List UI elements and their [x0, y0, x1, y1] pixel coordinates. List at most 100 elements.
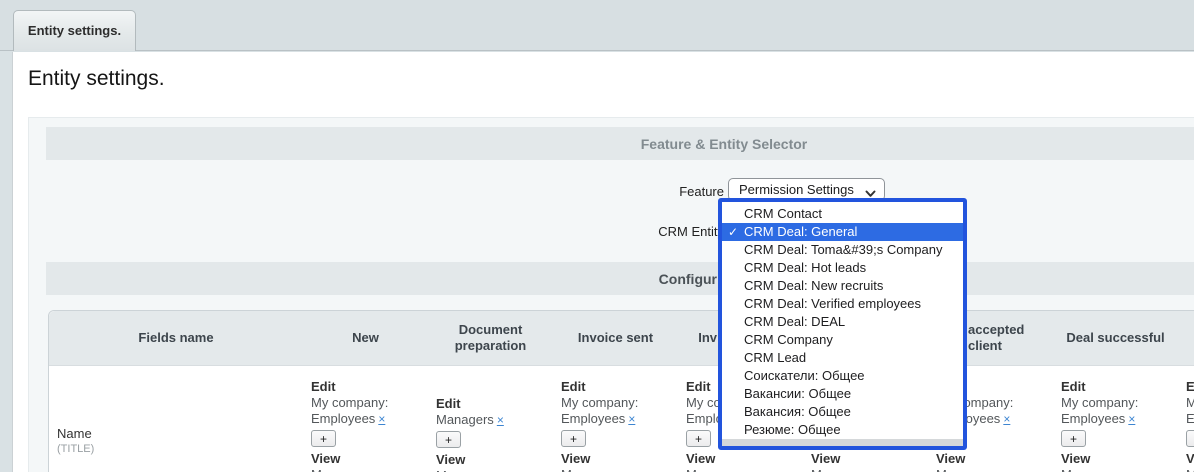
dropdown-option[interactable]: ✓ CRM Deal: General	[722, 223, 963, 241]
permission-group: Edit Managers ×	[436, 396, 549, 428]
permission-group-label: Edit	[1186, 379, 1194, 394]
permission-group-label: Edit	[311, 379, 336, 394]
permission-value: My company:	[936, 467, 1013, 472]
entity-dropdown-list: CRM Contact ✓ CRM Deal: General CRM Deal: T…	[722, 205, 963, 439]
dropdown-option[interactable]: CRM Deal: Hot leads	[722, 259, 963, 277]
permission-cell: EditManagers×+ViewManagers×	[428, 366, 553, 472]
remove-permission-link[interactable]: ×	[378, 412, 385, 426]
dropdown-option[interactable]: CRM Deal: Toma&#39;s Company	[722, 241, 963, 259]
add-permission-button[interactable]: +	[686, 430, 711, 447]
tab-bar: Entity settings.	[0, 0, 1194, 51]
permission-group: ViewMy company:	[561, 451, 674, 472]
permissions-table: Fields name New Document preparation Invoic…	[48, 310, 1194, 472]
feature-label: Feature	[679, 184, 724, 199]
permission-group: EditMy company:Employees×	[561, 379, 674, 427]
dropdown-option-label: CRM Deal: Toma&#39;s Company	[744, 242, 943, 257]
permission-value: My company:	[1186, 395, 1194, 410]
dropdown-option-label: CRM Deal: New recruits	[744, 278, 884, 293]
dropdown-option[interactable]: CRM Lead	[722, 349, 963, 367]
permission-group-label: View	[936, 451, 966, 466]
dropdown-option[interactable]: Вакансия: Общее	[722, 403, 963, 421]
page-title: Entity settings.	[28, 67, 165, 90]
dropdown-option-label: CRM Lead	[744, 350, 807, 365]
dropdown-option-label: CRM Company	[744, 332, 833, 347]
permission-group: ViewMy company:	[936, 451, 1049, 472]
permission-cell: EditMy company:Employees×+ViewMy company…	[553, 366, 678, 472]
column-header: New	[352, 330, 379, 345]
permission-group-label: View	[811, 451, 841, 466]
add-permission-button[interactable]: +	[436, 431, 461, 448]
permission-group-label: View	[436, 452, 466, 467]
field-name-cell: Name (TITLE)	[49, 366, 303, 472]
permission-value: Employees	[561, 411, 626, 426]
tab-entity-settings[interactable]: Entity settings.	[13, 10, 136, 51]
permission-cell: EditMy company:Employees×+ViewMy company…	[1178, 366, 1194, 472]
permission-value: Managers	[436, 468, 494, 472]
column-header: Document preparation	[454, 322, 527, 353]
permission-group: ViewMy company:	[1061, 451, 1174, 472]
permission-value: Employees	[311, 411, 376, 426]
permission-cell: EditMy company:Employees×+ViewMy company…	[303, 366, 428, 472]
permission-group: ViewMy company:	[811, 451, 924, 472]
add-permission-button[interactable]: +	[311, 430, 336, 447]
remove-permission-link[interactable]: ×	[497, 413, 504, 427]
remove-permission-link[interactable]: ×	[1003, 412, 1010, 426]
permission-value: My company:	[561, 467, 638, 472]
permission-value: My company:	[311, 467, 388, 472]
permission-value: Employees	[1061, 411, 1126, 426]
column-header: Invoice sent	[577, 330, 654, 345]
permission-group-label: View	[1061, 451, 1091, 466]
dropdown-option[interactable]: CRM Deal: New recruits	[722, 277, 963, 295]
field-code: (TITLE)	[57, 443, 95, 455]
permission-value: My company:	[686, 467, 763, 472]
column-header	[1178, 311, 1194, 365]
dropdown-option-label: Резюме: Общее	[744, 422, 841, 437]
permission-group: EditMy company:Employees×	[1186, 379, 1194, 427]
permission-group-label: View	[561, 451, 591, 466]
add-permission-button[interactable]: +	[1186, 430, 1194, 447]
permission-group-label: View	[311, 451, 341, 466]
permission-group: EditMy company:Employees×	[1061, 379, 1174, 427]
permission-group-label: Edit	[1061, 379, 1086, 394]
dropdown-option[interactable]: CRM Company	[722, 331, 963, 349]
dropdown-option[interactable]: Резюме: Общее	[722, 421, 963, 439]
dropdown-option-label: Вакансии: Общее	[744, 386, 852, 401]
permission-group: ViewMy company:	[1186, 451, 1194, 472]
dropdown-option-label: CRM Deal: Hot leads	[744, 260, 867, 275]
configure-section-header: Configur	[46, 262, 1194, 295]
column-header: Fields name	[138, 330, 214, 345]
configure-section-title: Configur	[658, 270, 717, 287]
permission-group: EditMy company:Employees×	[311, 379, 424, 427]
column-header: Deal successful	[1066, 330, 1165, 345]
permission-group: ViewManagers×	[436, 452, 549, 472]
dropdown-option[interactable]: CRM Contact	[722, 205, 963, 223]
permission-value: My company:	[811, 467, 888, 472]
add-permission-button[interactable]: +	[1061, 430, 1086, 447]
crm-entity-dropdown: CRM Contact ✓ CRM Deal: General CRM Deal: T…	[718, 198, 967, 450]
dropdown-option[interactable]: CRM Deal: Verified employees	[722, 295, 963, 313]
permission-value: My company:	[1061, 467, 1138, 472]
permission-cell: EditMy company:Employees×+ViewMy company…	[1053, 366, 1178, 472]
entity-settings-page: Entity settings. Entity settings. Featur…	[0, 0, 1194, 472]
dropdown-option-label: Вакансия: Общее	[744, 404, 851, 419]
dropdown-option[interactable]: CRM Deal: DEAL	[722, 313, 963, 331]
dropdown-option-label: CRM Deal: Verified employees	[744, 296, 922, 311]
dropdown-option[interactable]: Соискатели: Общее	[722, 367, 963, 385]
remove-permission-link[interactable]: ×	[628, 412, 635, 426]
permission-value: My company:	[1061, 395, 1139, 410]
permission-group-label: View	[1186, 451, 1194, 466]
dropdown-footer	[722, 439, 963, 446]
checkmark-icon: ✓	[728, 225, 739, 239]
remove-permission-link[interactable]: ×	[1128, 412, 1135, 426]
permission-value: My company:	[311, 395, 389, 410]
dropdown-option-label: CRM Contact	[744, 206, 823, 221]
permission-value: Managers	[436, 412, 494, 427]
permission-value: Employees	[1186, 411, 1194, 426]
field-name: Name	[57, 426, 92, 441]
permission-group-label: Edit	[561, 379, 586, 394]
feature-entity-selector-header: Feature & Entity Selector	[46, 127, 1194, 160]
table-header-row: Fields name New Document preparation Invoic…	[49, 311, 1194, 366]
add-permission-button[interactable]: +	[561, 430, 586, 447]
dropdown-option[interactable]: Вакансии: Общее	[722, 385, 963, 403]
permission-group: ViewMy company:	[686, 451, 799, 472]
